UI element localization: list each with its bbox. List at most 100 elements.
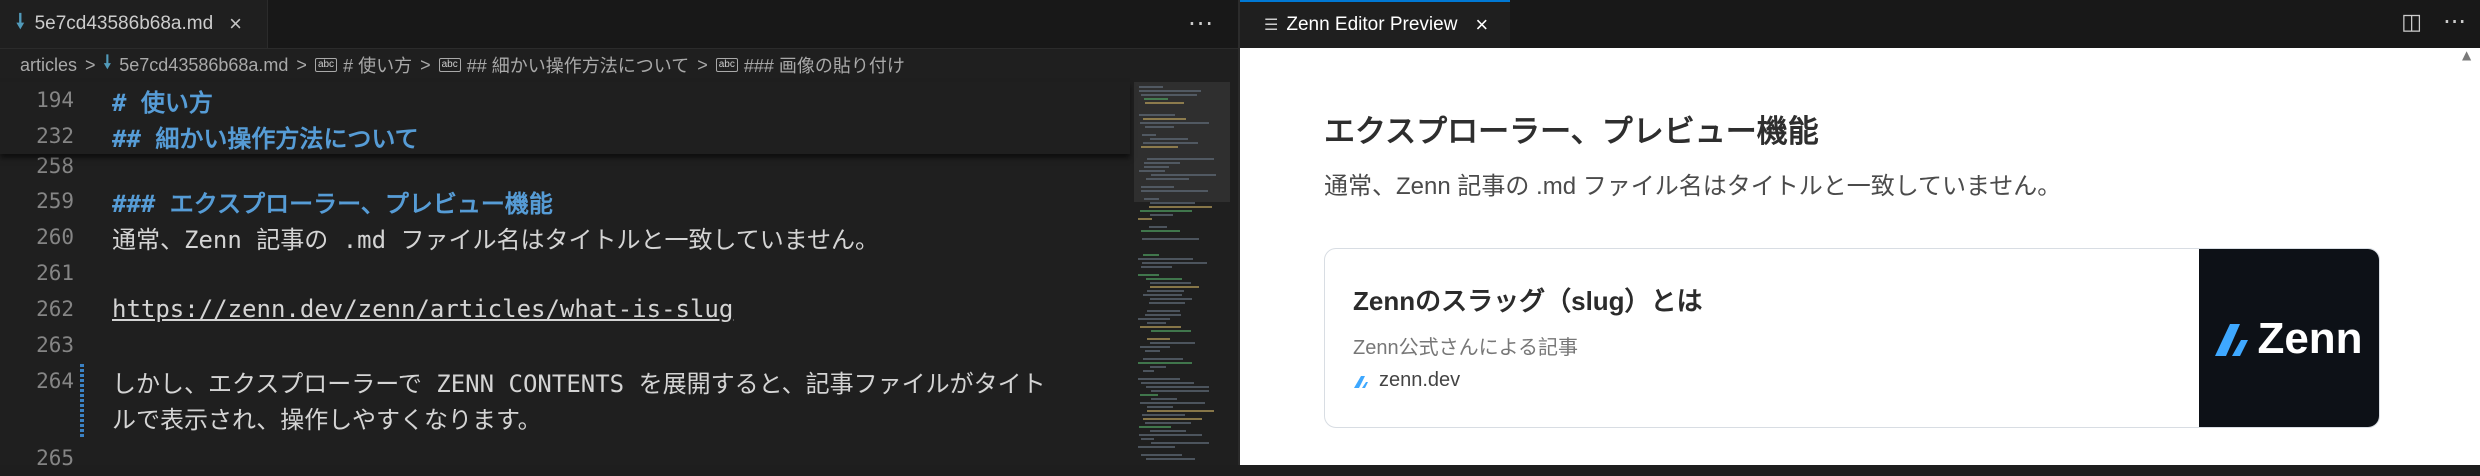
breadcrumb-item-file[interactable]: 5e7cd43586b68a.md xyxy=(119,55,288,76)
more-actions-icon[interactable]: ··· xyxy=(1188,10,1214,38)
code-line: 260 通常、Zenn 記事の .md ファイル名はタイトルと一致していません。 xyxy=(0,219,1130,255)
minimap-line xyxy=(1145,102,1184,104)
breadcrumb-item-h1[interactable]: # 使い方 xyxy=(343,52,412,78)
chevron-right-icon: > xyxy=(296,54,307,75)
link-card-title: Zennのスラッグ（slug）とは xyxy=(1353,286,1703,316)
minimap-line xyxy=(1149,226,1167,228)
minimap-line xyxy=(1147,322,1166,324)
scroll-up-icon[interactable]: ▲ xyxy=(2462,48,2474,62)
minimap-line xyxy=(1151,390,1209,392)
minimap-line xyxy=(1138,318,1170,320)
sticky-scroll: 194 # 使い方 232 ## 細かい操作方法について xyxy=(0,82,1130,154)
minimap-line xyxy=(1144,162,1180,164)
chevron-right-icon: > xyxy=(697,54,708,75)
minimap-line xyxy=(1150,138,1188,140)
minimap-line xyxy=(1150,342,1195,344)
minimap-line xyxy=(1139,170,1165,172)
minimap-line xyxy=(1143,370,1154,372)
zenn-logo: Zenn xyxy=(2215,314,2363,364)
breadcrumb-item-articles[interactable]: articles xyxy=(20,55,77,76)
breadcrumb-item-h2[interactable]: ## 細かい操作方法について xyxy=(467,52,689,78)
minimap-line xyxy=(1146,458,1195,460)
minimap-line xyxy=(1151,174,1216,176)
line-text: ルで表示され、操作しやすくなります。 xyxy=(112,405,542,434)
minimap-line xyxy=(1140,402,1205,404)
minimap-line xyxy=(1150,366,1166,368)
minimap-line xyxy=(1151,442,1209,444)
preview-content: ▲ エクスプローラー、プレビュー機能 通常、Zenn 記事の .md ファイル名… xyxy=(1240,48,2480,465)
minimap-line xyxy=(1144,166,1169,168)
code-line: 263 xyxy=(0,327,1130,363)
minimap-line xyxy=(1139,90,1201,92)
zenn-favicon-icon xyxy=(1354,375,1368,388)
minimap-line xyxy=(1145,314,1181,316)
minimap-line xyxy=(1141,438,1154,440)
minimap-line xyxy=(1141,190,1208,192)
minimap-line xyxy=(1140,122,1209,124)
minimap-line xyxy=(1151,330,1191,332)
minimap-line xyxy=(1149,206,1212,208)
minimap-line xyxy=(1138,362,1192,364)
minimap-line xyxy=(1149,302,1185,304)
minimap[interactable] xyxy=(1134,82,1230,465)
close-icon[interactable]: × xyxy=(229,11,242,37)
line-number: 265 xyxy=(36,446,74,470)
minimap-line xyxy=(1143,142,1198,144)
minimap-line xyxy=(1138,446,1175,448)
minimap-line xyxy=(1140,394,1158,396)
code-line: 261 xyxy=(0,255,1130,291)
line-number: 262 xyxy=(36,297,74,321)
minimap-line xyxy=(1150,430,1186,432)
sticky-line[interactable]: 194 # 使い方 xyxy=(0,82,1130,118)
minimap-line xyxy=(1142,414,1185,416)
minimap-line xyxy=(1143,358,1183,360)
line-text: ### エクスプローラー、プレビュー機能 xyxy=(112,189,553,218)
line-number: 232 xyxy=(36,124,74,148)
tab-zenn-preview[interactable]: ☰ Zenn Editor Preview × xyxy=(1240,0,1510,48)
code-line: 262 https://zenn.dev/zenn/articles/what-… xyxy=(0,291,1130,327)
minimap-line xyxy=(1138,258,1193,260)
minimap-line xyxy=(1140,210,1192,212)
minimap-line xyxy=(1147,290,1184,292)
link-text[interactable]: https://zenn.dev/zenn/articles/what-is-s… xyxy=(74,295,733,323)
line-number: 261 xyxy=(36,261,74,285)
minimap-line xyxy=(1139,86,1163,88)
line-number: 263 xyxy=(36,333,74,357)
code-line: 259 ### エクスプローラー、プレビュー機能 xyxy=(0,183,1130,219)
string-symbol-icon: abc xyxy=(314,58,338,72)
minimap-line xyxy=(1142,262,1207,264)
line-number: 264 xyxy=(36,369,74,393)
breadcrumb-item-h3[interactable]: ### 画像の貼り付け xyxy=(744,52,905,78)
more-actions-icon[interactable]: ··· xyxy=(2443,8,2466,36)
code-line-wrapped: ルで表示され、操作しやすくなります。 xyxy=(0,399,1130,435)
minimap-line xyxy=(1140,326,1181,328)
minimap-line xyxy=(1139,114,1175,116)
sticky-line[interactable]: 232 ## 細かい操作方法について xyxy=(0,118,1130,154)
minimap-line xyxy=(1150,298,1192,300)
preview-icon: ☰ xyxy=(1264,17,1279,34)
tab-filename: 5e7cd43586b68a.md xyxy=(34,13,214,34)
tab-markdown-file[interactable]: 🠗 5e7cd43586b68a.md × xyxy=(0,0,268,48)
link-card[interactable]: Zennのスラッグ（slug）とは Zenn公式さんによる記事 zenn.dev… xyxy=(1324,248,2380,428)
minimap-line xyxy=(1146,386,1209,388)
code-editor[interactable]: 194 # 使い方 232 ## 細かい操作方法について 258 259 ###… xyxy=(0,82,1130,470)
minimap-line xyxy=(1143,418,1202,420)
preview-pane: ☰ Zenn Editor Preview × ◫ ··· ▲ エクスプローラー… xyxy=(1240,0,2480,465)
minimap-line xyxy=(1146,178,1189,180)
minimap-line xyxy=(1150,282,1191,284)
minimap-line xyxy=(1144,198,1159,200)
minimap-line xyxy=(1143,118,1186,120)
minimap-line xyxy=(1150,286,1199,288)
minimap-line xyxy=(1147,310,1180,312)
link-card-thumbnail: Zenn xyxy=(2199,249,2379,427)
close-icon[interactable]: × xyxy=(1475,12,1488,38)
split-editor-icon[interactable]: ◫ xyxy=(2401,10,2422,35)
minimap-line xyxy=(1147,158,1214,160)
line-text: しかし、エクスプローラーで ZENN CONTENTS を展開すると、記事ファイ… xyxy=(112,369,1046,398)
minimap-line xyxy=(1141,230,1180,232)
link-card-host: zenn.dev xyxy=(1353,369,1460,392)
string-symbol-icon: abc xyxy=(715,58,738,72)
minimap-line xyxy=(1147,338,1170,340)
breadcrumb: articles > 🠗 5e7cd43586b68a.md > abc # 使… xyxy=(0,48,1238,82)
string-symbol-icon: abc xyxy=(438,58,461,72)
